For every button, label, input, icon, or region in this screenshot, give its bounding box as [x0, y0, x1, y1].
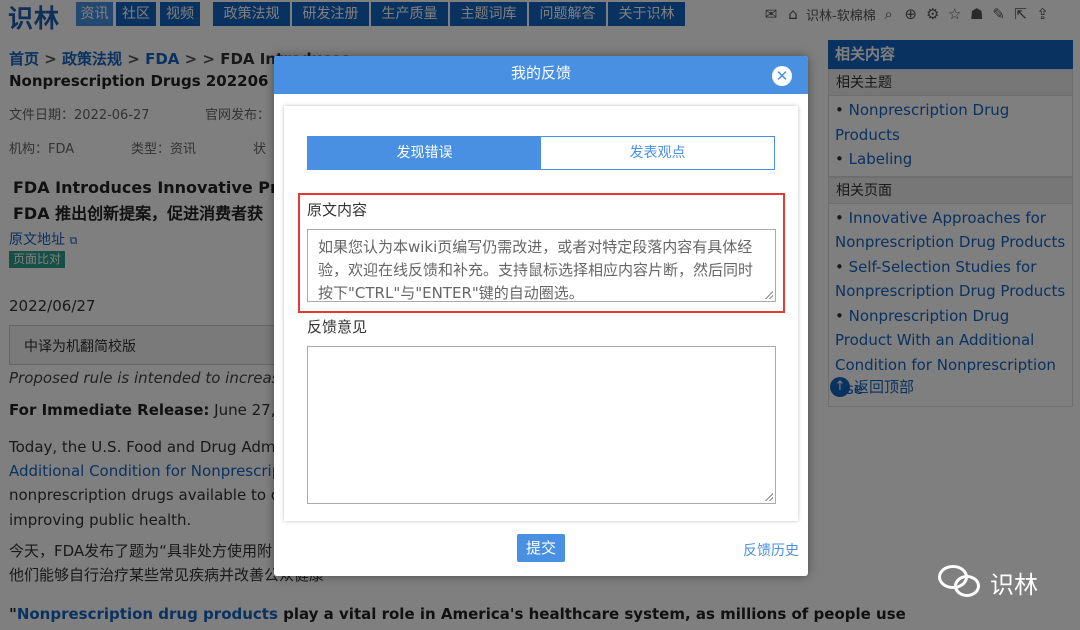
resize-handle[interactable] — [765, 493, 773, 501]
submit-button[interactable]: 提交 — [517, 534, 565, 562]
feedback-history-link[interactable]: 反馈历史 — [743, 540, 799, 560]
tab-post-opinion[interactable]: 发表观点 — [541, 137, 774, 169]
watermark: 识林 — [938, 563, 1038, 601]
feedback-label: 反馈意见 — [307, 318, 368, 336]
feedback-tabs: 发现错误 发表观点 — [307, 136, 775, 170]
feedback-dialog: 我的反馈 ✕ 发现错误 发表观点 原文内容 如果您认为本wiki页编写仍需改进，… — [274, 56, 808, 576]
resize-handle[interactable] — [765, 291, 773, 299]
close-icon[interactable]: ✕ — [772, 66, 792, 86]
wechat-icon — [938, 563, 984, 601]
original-content-label: 原文内容 — [307, 201, 368, 219]
dialog-header: 我的反馈 ✕ — [274, 56, 808, 94]
dialog-body: 发现错误 发表观点 原文内容 如果您认为本wiki页编写仍需改进，或者对特定段落… — [284, 106, 798, 521]
tab-report-error[interactable]: 发现错误 — [308, 137, 541, 169]
original-content-textarea[interactable]: 如果您认为本wiki页编写仍需改进，或者对特定段落内容有具体经验，欢迎在线反馈和… — [307, 229, 776, 302]
feedback-textarea[interactable] — [307, 346, 776, 504]
dialog-title: 我的反馈 — [510, 64, 571, 82]
